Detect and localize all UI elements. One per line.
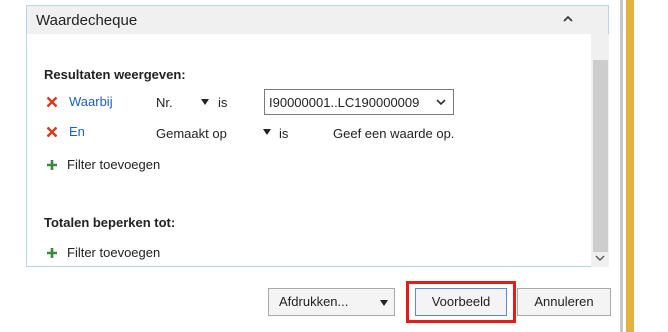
add-icon[interactable] [46,247,58,259]
filter-value-input[interactable]: I90000001..LC190000009 [264,89,454,115]
add-icon[interactable] [46,159,58,171]
print-button-label: Afdrukken... [279,294,349,309]
add-total-filter-link[interactable]: Filter toevoegen [67,245,160,260]
filter-value-placeholder[interactable]: Geef een waarde op. [333,126,454,141]
scroll-down-icon[interactable] [595,253,605,263]
chevron-up-icon[interactable] [563,15,573,23]
cancel-button[interactable]: Annuleren [517,288,611,316]
field-dropdown-icon[interactable] [263,129,271,135]
add-filter-link[interactable]: Filter toevoegen [67,157,160,172]
filter-operator: is [218,95,228,110]
filter-conjunction-en[interactable]: En [69,124,85,139]
print-button[interactable]: Afdrukken... [268,288,395,316]
filter-field-gemaakt-op[interactable]: Gemaakt op [156,126,227,141]
totals-heading: Totalen beperken tot: [44,215,176,230]
field-dropdown-icon[interactable] [201,99,209,105]
dropdown-arrow-icon[interactable] [380,300,388,306]
close-icon[interactable] [46,126,58,138]
preview-button[interactable]: Voorbeeld [415,288,507,316]
chevron-down-icon[interactable] [436,98,446,106]
filter-field-nr[interactable]: Nr. [156,95,173,110]
filter-conjunction-waarbij[interactable]: Waarbij [69,94,113,109]
side-accent-strip [626,0,634,332]
panel-header[interactable]: Waardecheque [27,6,608,34]
window-edge [620,0,623,332]
results-heading: Resultaten weergeven: [44,67,186,82]
panel-title: Waardecheque [36,12,138,29]
close-icon[interactable] [46,96,58,108]
filter-operator: is [279,126,289,141]
scrollbar-thumb[interactable] [593,60,608,252]
